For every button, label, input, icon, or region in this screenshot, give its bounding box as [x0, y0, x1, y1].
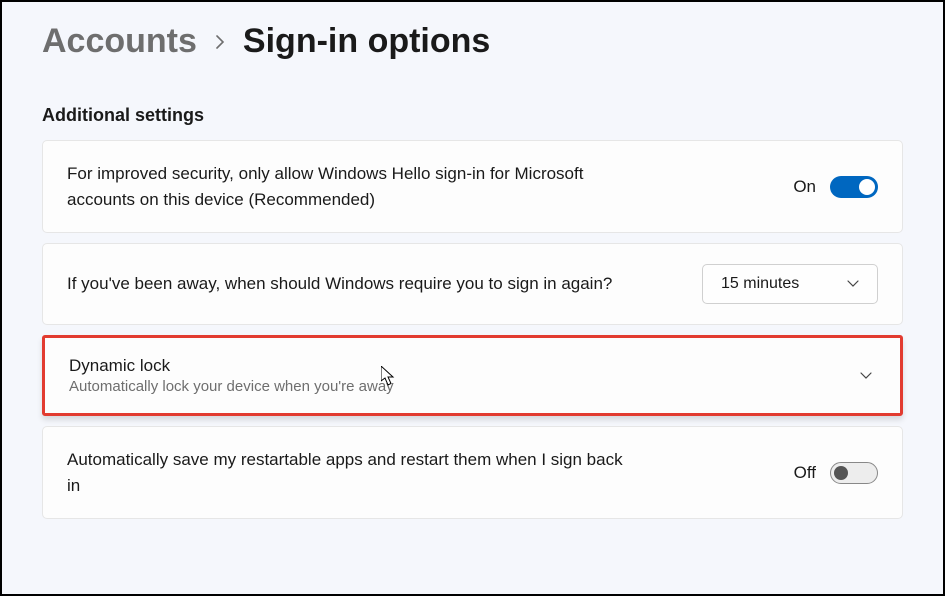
chevron-down-icon [860, 370, 872, 382]
toggle-label: On [793, 177, 816, 197]
setting-text: For improved security, only allow Window… [67, 161, 627, 212]
setting-dynamic-lock[interactable]: Dynamic lock Automatically lock your dev… [42, 335, 903, 416]
setting-subtitle: Automatically lock your device when you'… [69, 378, 836, 395]
toggle-label: Off [794, 463, 816, 483]
toggle-switch[interactable] [830, 462, 878, 484]
select-value: 15 minutes [721, 275, 799, 293]
breadcrumb: Accounts Sign-in options [42, 22, 903, 61]
section-title: Additional settings [42, 105, 903, 126]
chevron-down-icon [847, 278, 859, 290]
setting-require-signin: If you've been away, when should Windows… [42, 243, 903, 325]
setting-text: Automatically save my restartable apps a… [67, 447, 627, 498]
setting-windows-hello: For improved security, only allow Window… [42, 140, 903, 233]
toggle-control: On [793, 176, 878, 198]
toggle-control: Off [794, 462, 878, 484]
require-signin-select[interactable]: 15 minutes [702, 264, 878, 304]
setting-text: If you've been away, when should Windows… [67, 271, 627, 297]
breadcrumb-parent[interactable]: Accounts [42, 22, 197, 61]
chevron-right-icon [213, 29, 227, 55]
breadcrumb-current: Sign-in options [243, 22, 490, 61]
setting-title: Dynamic lock [69, 356, 836, 376]
setting-restartable-apps: Automatically save my restartable apps a… [42, 426, 903, 519]
toggle-switch[interactable] [830, 176, 878, 198]
